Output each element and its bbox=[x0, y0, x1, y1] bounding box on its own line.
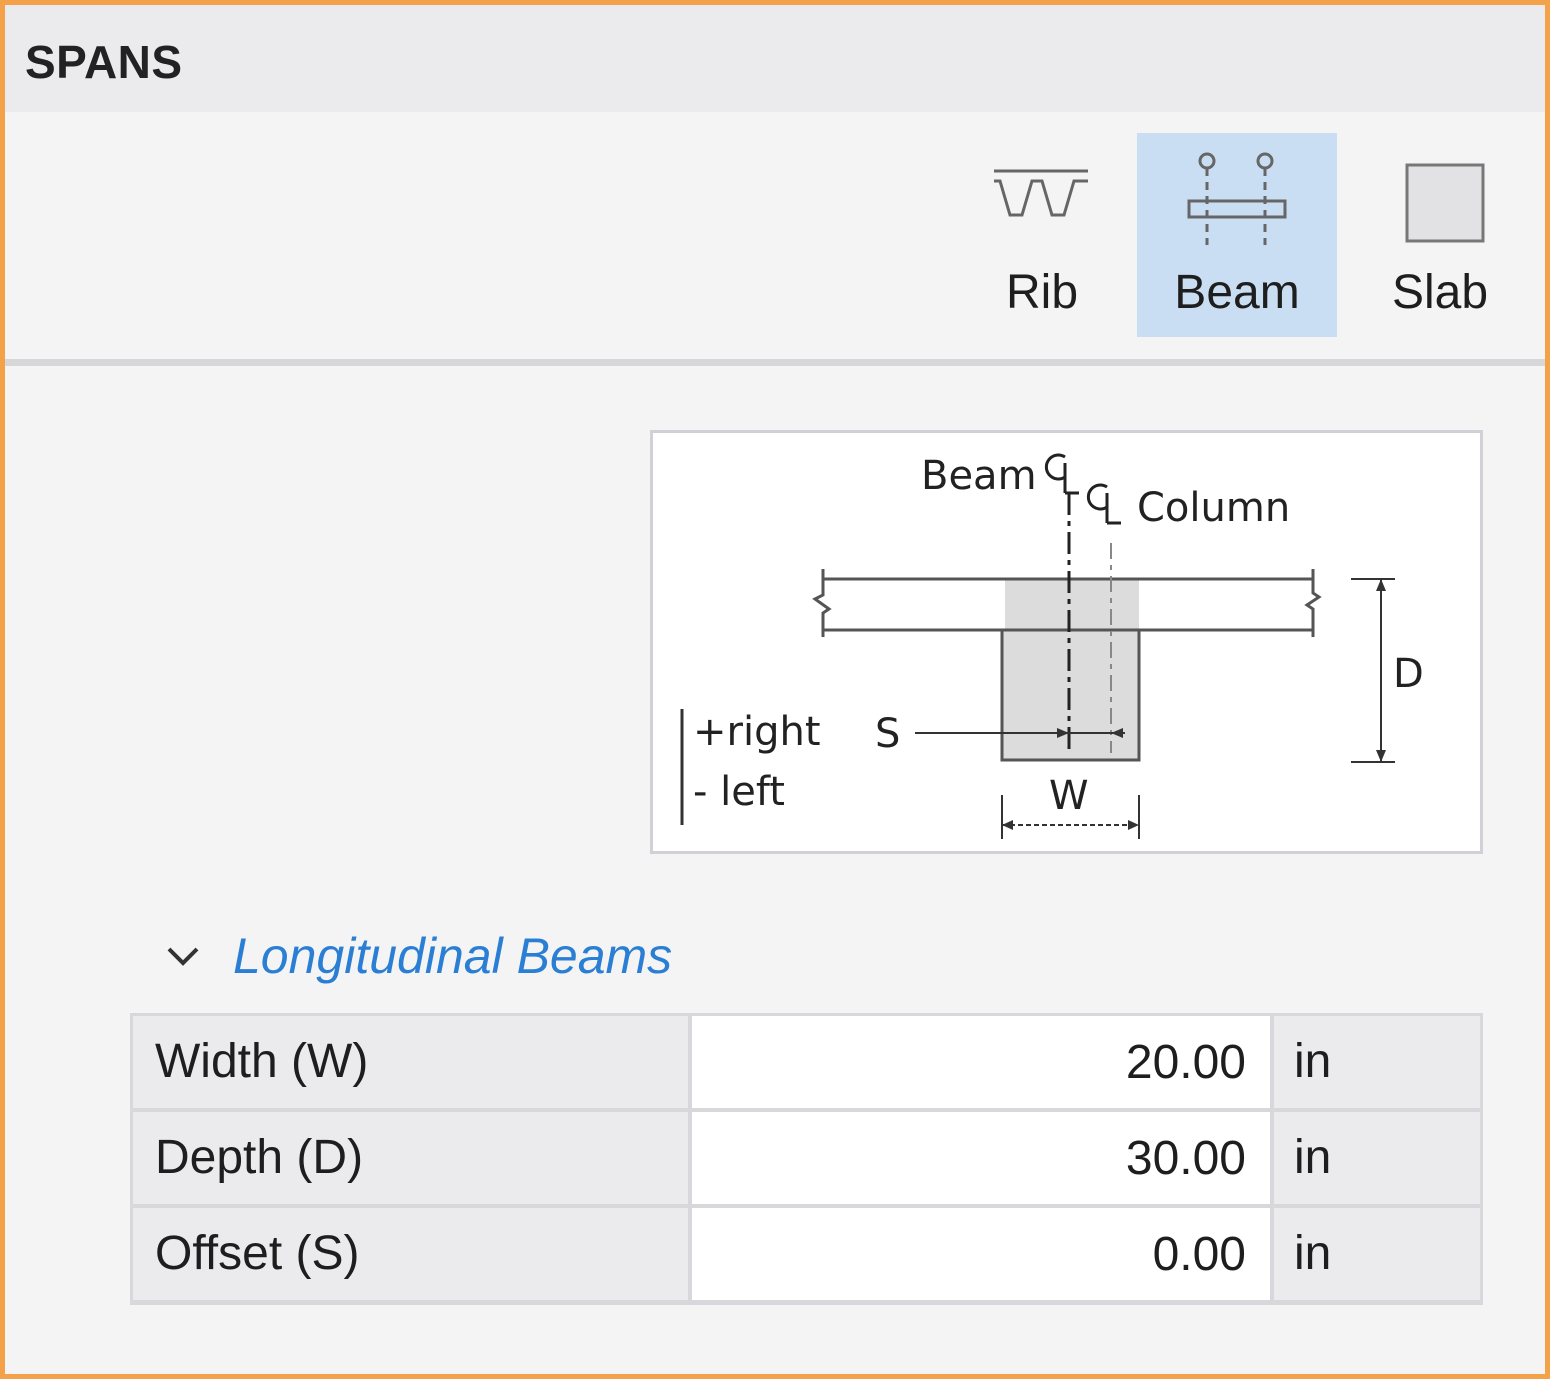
beam-centerline-symbol bbox=[1044, 453, 1079, 495]
width-w-label: W bbox=[1049, 773, 1089, 819]
span-type-slab-button[interactable]: Slab bbox=[1340, 133, 1540, 337]
beam-centerline-label: Beam bbox=[921, 453, 1037, 499]
depth-d-label: D bbox=[1393, 651, 1424, 697]
span-type-rib-label: Rib bbox=[1005, 266, 1079, 319]
property-row-depth: Depth (D) in bbox=[133, 1112, 1480, 1204]
panel-header: SPANS bbox=[5, 5, 1545, 112]
left-direction-label: - left bbox=[693, 769, 785, 815]
slab-icon bbox=[1405, 163, 1485, 243]
panel-title: SPANS bbox=[25, 36, 183, 88]
beam-icon bbox=[1187, 152, 1287, 245]
property-label: Offset (S) bbox=[133, 1208, 688, 1300]
width-input[interactable] bbox=[692, 1016, 1270, 1108]
column-shade bbox=[1005, 580, 1139, 630]
column-centerline-label: Column bbox=[1137, 485, 1290, 531]
property-unit: in bbox=[1274, 1016, 1480, 1108]
section-divider bbox=[5, 359, 1545, 366]
property-label: Width (W) bbox=[133, 1016, 688, 1108]
column-centerline-symbol bbox=[1086, 483, 1121, 525]
depth-input[interactable] bbox=[692, 1112, 1270, 1204]
property-unit: in bbox=[1274, 1112, 1480, 1204]
beam-section-diagram: Beam Column S D W +right - left bbox=[650, 430, 1483, 854]
offset-s-label: S bbox=[875, 711, 900, 757]
right-direction-label: +right bbox=[693, 709, 821, 755]
section-title: Longitudinal Beams bbox=[233, 928, 673, 984]
offset-input[interactable] bbox=[692, 1208, 1270, 1300]
span-type-beam-label: Beam bbox=[1174, 266, 1300, 319]
span-type-rib-button[interactable]: Rib bbox=[942, 133, 1142, 337]
spans-panel: SPANS Rib Beam Slab Beam Column S D W +r… bbox=[0, 0, 1550, 1379]
span-type-beam-button[interactable]: Beam bbox=[1137, 133, 1337, 337]
rib-icon bbox=[994, 169, 1088, 217]
longitudinal-beams-toggle[interactable]: Longitudinal Beams bbox=[155, 927, 755, 997]
property-label: Depth (D) bbox=[133, 1112, 688, 1204]
beam-diagram-svg: Beam Column S D W +right - left bbox=[680, 453, 1424, 839]
property-row-offset: Offset (S) in bbox=[133, 1208, 1480, 1300]
span-type-slab-label: Slab bbox=[1391, 266, 1489, 319]
chevron-down-icon bbox=[167, 947, 199, 966]
property-row-width: Width (W) in bbox=[133, 1016, 1480, 1108]
property-unit: in bbox=[1274, 1208, 1480, 1300]
beam-properties-table: Width (W) in Depth (D) in Offset (S) in bbox=[130, 1013, 1483, 1305]
